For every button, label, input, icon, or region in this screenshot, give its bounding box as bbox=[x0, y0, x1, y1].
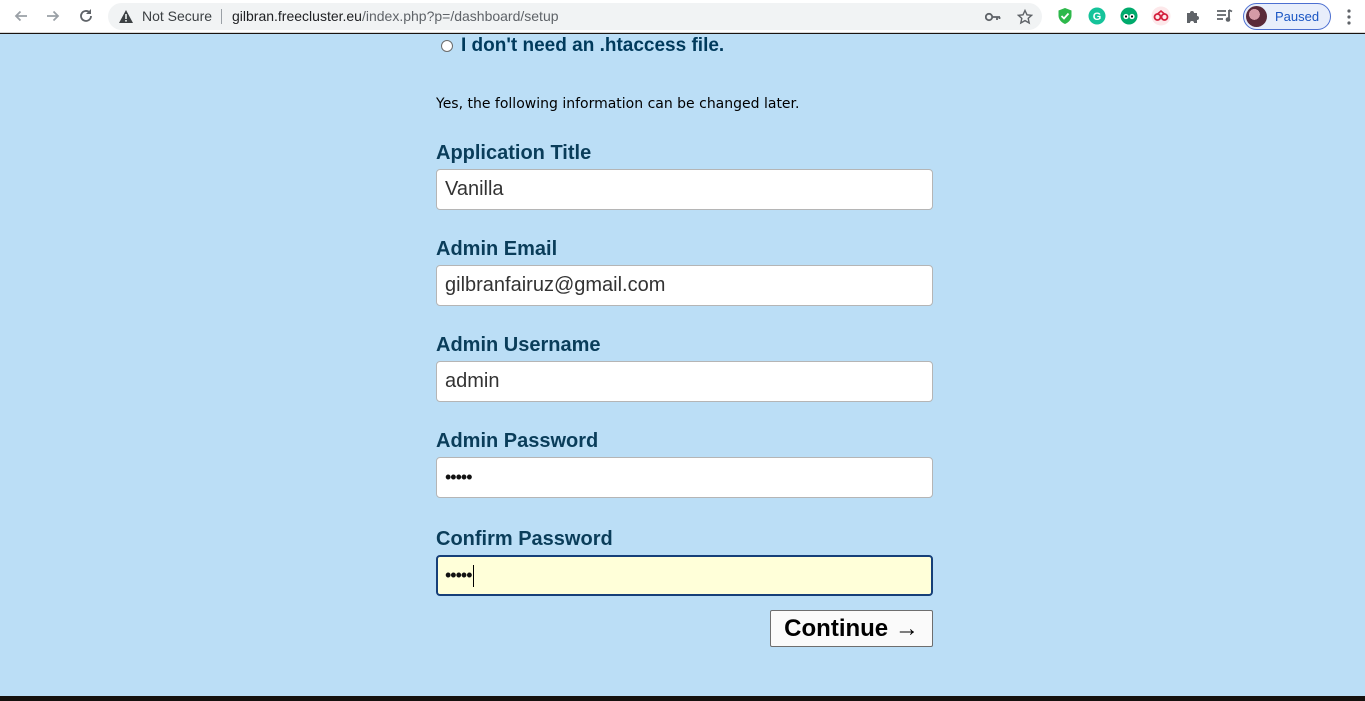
omnibox-divider bbox=[221, 9, 222, 24]
key-icon[interactable] bbox=[984, 8, 1002, 26]
tripadvisor-icon[interactable] bbox=[1119, 6, 1139, 26]
reload-icon bbox=[80, 9, 92, 22]
back-icon bbox=[14, 10, 27, 22]
admin-password-value: ••••• bbox=[445, 467, 472, 487]
admin-password-label: Admin Password bbox=[436, 430, 599, 452]
setup-page: I don't need an .htaccess file. Yes, the… bbox=[0, 34, 1365, 696]
admin-username-input[interactable]: admin bbox=[436, 361, 933, 402]
htaccess-radio[interactable] bbox=[441, 40, 453, 52]
admin-email-input[interactable]: gilbranfairuz@gmail.com bbox=[436, 265, 933, 306]
desktop-strip bbox=[0, 696, 1365, 701]
setup-note: Yes, the following information can be ch… bbox=[436, 96, 800, 112]
grammarly-icon[interactable]: G bbox=[1087, 6, 1107, 26]
htaccess-option-label: I don't need an .htaccess file. bbox=[461, 35, 725, 56]
warning-icon[interactable] bbox=[118, 9, 134, 29]
svg-text:G: G bbox=[1093, 11, 1102, 23]
avatar bbox=[1246, 6, 1267, 27]
forward-icon bbox=[47, 10, 60, 22]
application-title-input[interactable]: Vanilla bbox=[436, 169, 933, 210]
text-caret bbox=[472, 564, 474, 587]
url-host: gilbran.freecluster.eu bbox=[232, 8, 362, 24]
ext-red-icon[interactable] bbox=[1151, 6, 1171, 26]
reading-list-icon[interactable] bbox=[1215, 6, 1235, 26]
confirm-password-label: Confirm Password bbox=[436, 528, 613, 550]
url-text[interactable]: gilbran.freecluster.eu/index.php?p=/dash… bbox=[232, 8, 559, 24]
browser-toolbar: Not Secure gilbran.freecluster.eu/index.… bbox=[0, 0, 1365, 33]
htaccess-option[interactable]: I don't need an .htaccess file. bbox=[441, 35, 724, 57]
puzzle-icon[interactable] bbox=[1183, 6, 1203, 26]
forward-button[interactable] bbox=[42, 5, 64, 27]
back-button[interactable] bbox=[10, 5, 32, 27]
address-bar[interactable]: Not Secure gilbran.freecluster.eu/index.… bbox=[108, 3, 1042, 30]
shield-extension-icon[interactable] bbox=[1055, 6, 1075, 26]
menu-icon[interactable] bbox=[1340, 7, 1358, 27]
profile-status: Paused bbox=[1275, 9, 1320, 24]
url-path: /index.php?p=/dashboard/setup bbox=[361, 8, 559, 24]
continue-button[interactable]: Continue → bbox=[770, 610, 933, 647]
security-label[interactable]: Not Secure bbox=[142, 8, 212, 24]
reload-button[interactable] bbox=[75, 5, 97, 27]
admin-email-label: Admin Email bbox=[436, 238, 558, 260]
admin-password-input[interactable]: ••••• bbox=[436, 457, 933, 498]
profile-button[interactable]: Paused bbox=[1243, 3, 1331, 30]
confirm-password-value: ••••• bbox=[445, 565, 472, 585]
admin-username-label: Admin Username bbox=[436, 334, 601, 356]
application-title-label: Application Title bbox=[436, 142, 592, 164]
confirm-password-input[interactable]: ••••• bbox=[436, 555, 933, 596]
star-icon[interactable] bbox=[1016, 8, 1034, 26]
